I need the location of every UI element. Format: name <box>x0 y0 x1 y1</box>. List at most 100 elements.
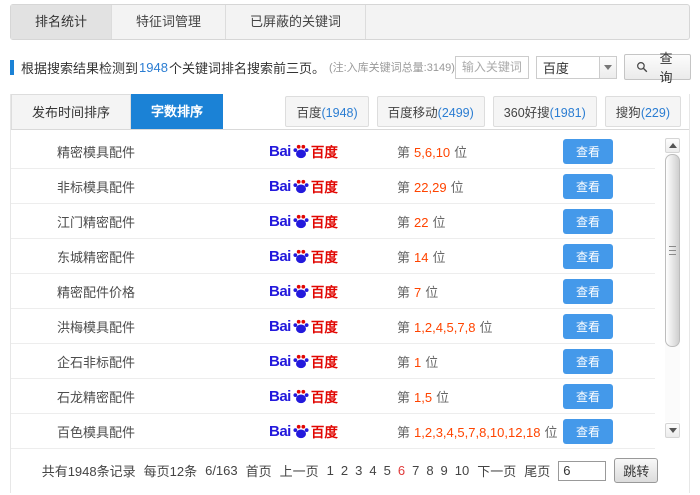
rank-text: 第1,5位 <box>397 387 563 406</box>
view-button[interactable]: 查看 <box>563 384 613 409</box>
keyword-search-input[interactable] <box>455 56 529 79</box>
pagination-page-6[interactable]: 6 <box>398 463 405 478</box>
rank-positions: 5,6,10 <box>414 145 450 160</box>
summary-text: 根据搜索结果检测到 1948 个关键词排名搜索前三页。 (注:入库关键词总量:3… <box>10 58 455 77</box>
view-button[interactable]: 查看 <box>563 279 613 304</box>
table-row: 非标模具配件Bai百度第22,29位查看 <box>11 169 655 204</box>
view-button[interactable]: 查看 <box>563 349 613 374</box>
view-button[interactable]: 查看 <box>563 244 613 269</box>
summary-accent-bar <box>10 60 14 75</box>
engine-select[interactable]: 百度 <box>536 56 617 79</box>
baidu-paw-icon <box>293 284 309 299</box>
baidu-logo: Bai百度 <box>269 421 397 441</box>
pagination-jump-button[interactable]: 跳转 <box>614 458 658 483</box>
view-button[interactable]: 查看 <box>563 139 613 164</box>
baidu-logo-latin: Bai <box>269 248 291 265</box>
engine-select-value: 百度 <box>537 58 569 77</box>
scrollbar-down-button[interactable] <box>665 423 680 438</box>
tab-sort-by-date[interactable]: 发布时间排序 <box>11 94 131 129</box>
engine-filter-button[interactable]: 百度移动(2499) <box>377 96 485 127</box>
engine-filter-button[interactable]: 百度(1948) <box>285 96 368 127</box>
view-button[interactable]: 查看 <box>563 419 613 444</box>
rank-suffix: 位 <box>432 250 445 265</box>
table-row: 精密模具配件Bai百度第5,6,10位查看 <box>11 134 655 169</box>
pagination-prev-link[interactable]: 上一页 <box>280 461 319 480</box>
pagination-jump-input[interactable] <box>558 461 606 481</box>
engine-filter-label: 搜狗 <box>616 106 641 120</box>
select-arrow-box[interactable] <box>599 57 616 78</box>
view-button[interactable]: 查看 <box>563 174 613 199</box>
keyword-label: 石龙精密配件 <box>57 387 269 406</box>
tab-blocked-keywords[interactable]: 已屏蔽的关键词 <box>226 5 366 39</box>
rank-suffix: 位 <box>479 320 492 335</box>
keyword-label: 非标模具配件 <box>57 177 269 196</box>
pagination-first-link[interactable]: 首页 <box>246 461 272 480</box>
rank-positions: 1,2,3,4,5,7,8,10,12,18 <box>414 425 541 440</box>
baidu-paw-icon <box>293 144 309 159</box>
engine-filter-button[interactable]: 搜狗(229) <box>605 96 681 127</box>
rank-suffix: 位 <box>545 425 558 440</box>
rank-positions: 22 <box>414 215 428 230</box>
table-row: 石龙精密配件Bai百度第1,5位查看 <box>11 379 655 414</box>
engine-filter-count: (2499) <box>438 106 474 120</box>
scrollbar-up-button[interactable] <box>665 138 680 153</box>
pagination-page-8[interactable]: 8 <box>426 463 433 478</box>
rank-prefix: 第 <box>397 145 410 160</box>
tab-feature-words[interactable]: 特征词管理 <box>112 5 226 39</box>
engine-filter-buttons: 百度(1948) 百度移动(2499) 360好搜(1981) 搜狗(229) <box>285 94 689 129</box>
sort-row: 发布时间排序 字数排序 百度(1948) 百度移动(2499) 360好搜(1981… <box>11 94 689 130</box>
query-button[interactable]: 查 询 <box>624 54 691 80</box>
pagination-page-10[interactable]: 10 <box>455 463 469 478</box>
summary-suffix: 个关键词排名搜索前三页。 <box>169 58 325 77</box>
view-button[interactable]: 查看 <box>563 314 613 339</box>
baidu-logo-cjk: 百度 <box>311 316 338 336</box>
pagination-page-4[interactable]: 4 <box>369 463 376 478</box>
rank-text: 第22位 <box>397 212 563 231</box>
pagination-page-5[interactable]: 5 <box>384 463 391 478</box>
sort-tabs: 发布时间排序 字数排序 <box>11 94 223 129</box>
keyword-label: 洪梅模具配件 <box>57 317 269 336</box>
pagination-total: 共有1948条记录 <box>42 461 136 480</box>
baidu-paw-icon <box>293 319 309 334</box>
baidu-paw-icon <box>293 389 309 404</box>
baidu-logo: Bai 百度 <box>269 246 397 266</box>
baidu-logo-cjk: 百度 <box>311 246 338 266</box>
pagination-page-1[interactable]: 1 <box>327 463 334 478</box>
rank-prefix: 第 <box>397 425 410 440</box>
baidu-paw-icon <box>293 179 309 194</box>
pagination-page-2[interactable]: 2 <box>341 463 348 478</box>
rank-suffix: 位 <box>436 390 449 405</box>
table-row: 东城精密配件Bai百度第14位查看 <box>11 239 655 274</box>
pagination: 共有1948条记录每页12条6/163首页上一页12345678910下一页尾页… <box>11 458 689 483</box>
engine-filter-button[interactable]: 360好搜(1981) <box>493 96 597 127</box>
pagination-page-9[interactable]: 9 <box>441 463 448 478</box>
rank-positions: 22,29 <box>414 180 447 195</box>
engine-filter-label: 百度移动 <box>388 106 438 120</box>
baidu-logo: Bai百度 <box>269 316 397 336</box>
summary-count: 1948 <box>139 60 168 75</box>
baidu-logo: Bai百度 <box>269 351 397 371</box>
scrollbar-track[interactable] <box>665 154 680 422</box>
rank-positions: 1 <box>414 355 421 370</box>
keyword-label: 百色模具配件 <box>57 422 269 441</box>
baidu-logo-cjk: 百度 <box>311 281 338 301</box>
list-scrollbar[interactable] <box>665 138 680 438</box>
rank-text: 第1位 <box>397 352 563 371</box>
pagination-last-link[interactable]: 尾页 <box>524 461 550 480</box>
pagination-page-3[interactable]: 3 <box>355 463 362 478</box>
pagination-next-link[interactable]: 下一页 <box>477 461 516 480</box>
view-button[interactable]: 查看 <box>563 209 613 234</box>
rank-prefix: 第 <box>397 285 410 300</box>
tab-ranking-stats[interactable]: 排名统计 <box>11 5 112 39</box>
search-area: 百度 查 询 <box>455 54 691 80</box>
pagination-page-7[interactable]: 7 <box>412 463 419 478</box>
rank-prefix: 第 <box>397 215 410 230</box>
scrollbar-thumb[interactable] <box>665 154 680 347</box>
rank-text: 第22,29位 <box>397 177 563 196</box>
baidu-logo: Bai百度 <box>269 281 397 301</box>
tab-sort-by-wordcount[interactable]: 字数排序 <box>131 94 223 129</box>
baidu-logo: Bai百度 <box>269 386 397 406</box>
baidu-logo-cjk: 百度 <box>311 351 338 371</box>
table-row: 百色模具配件Bai百度第 1,2,3,4,5,7,8,10,12,18 位查看 <box>11 414 655 449</box>
baidu-logo-cjk: 百度 <box>311 211 338 231</box>
